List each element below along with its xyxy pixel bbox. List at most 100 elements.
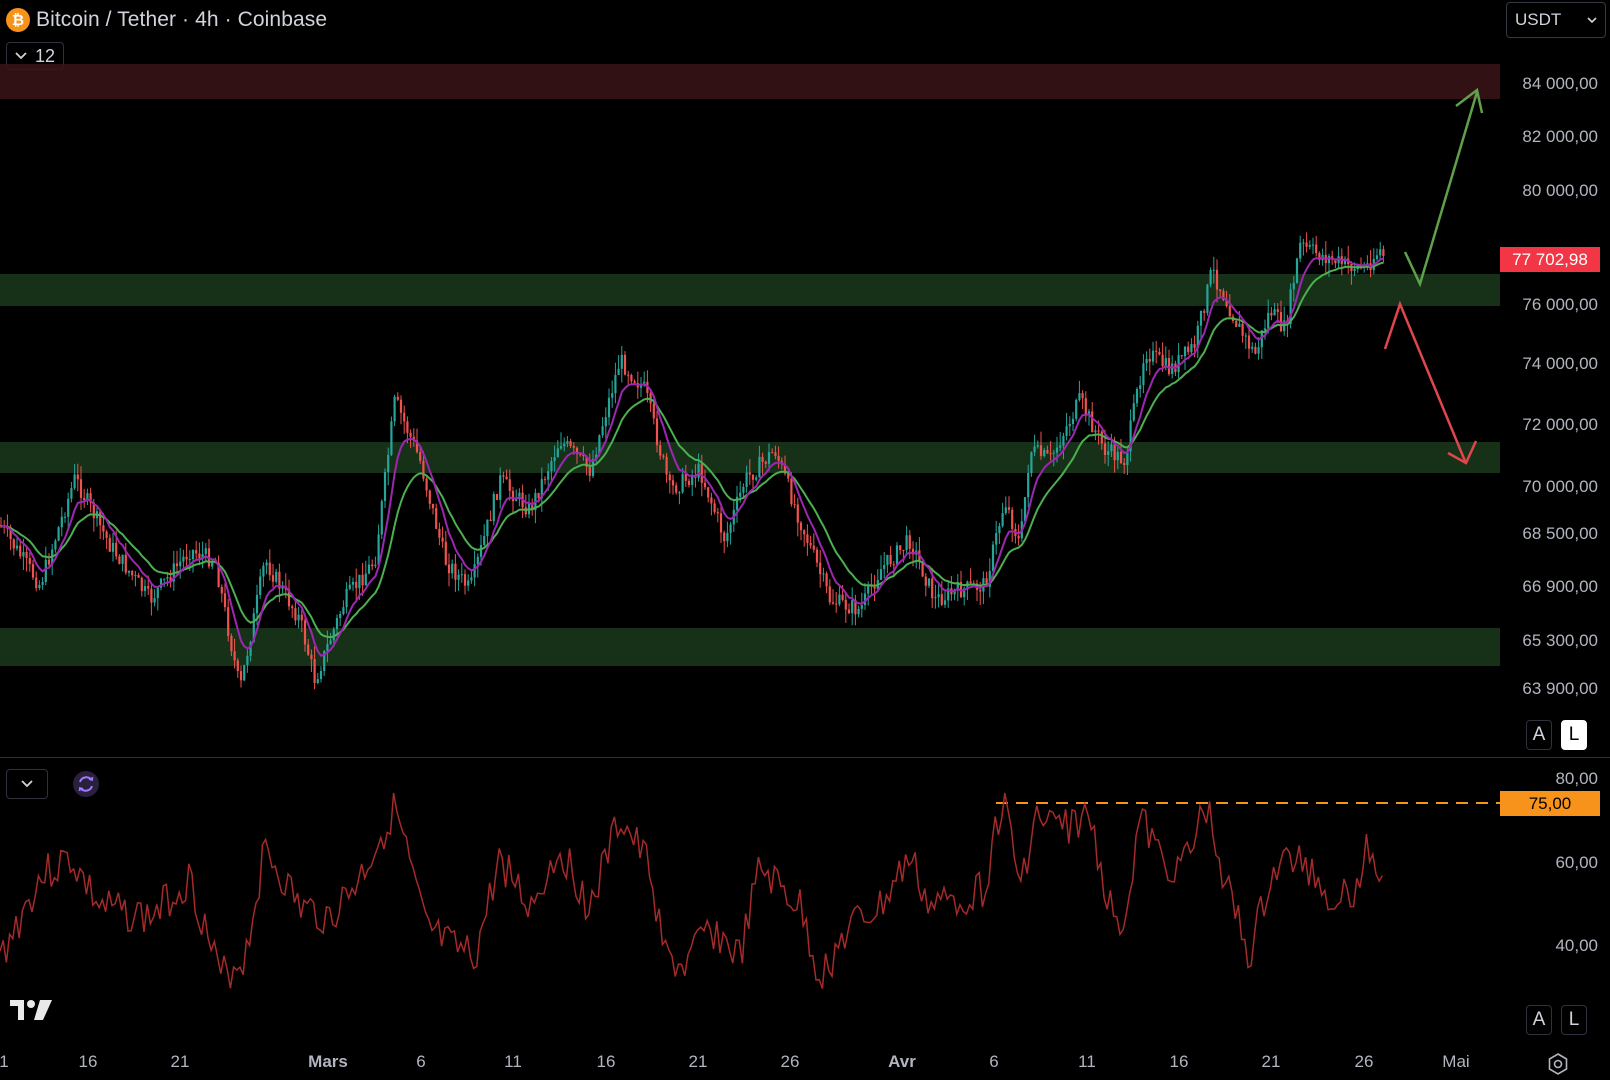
candle-body <box>841 594 844 600</box>
candle-body <box>1353 269 1356 272</box>
candle-body <box>723 532 726 542</box>
candle-body <box>371 564 374 567</box>
candle-body <box>175 563 179 567</box>
candle-body <box>931 578 934 599</box>
candle-body <box>652 403 655 419</box>
candle-body <box>774 452 777 456</box>
candle-body <box>873 586 876 589</box>
rsi-axis-label: 80,00 <box>1555 769 1598 788</box>
candle-body <box>303 620 307 645</box>
candle-body <box>374 564 377 567</box>
rsi-auto-scale-button[interactable]: A <box>1526 1005 1552 1035</box>
candle-body <box>243 665 246 681</box>
candle-body <box>1078 393 1081 400</box>
candle-body <box>889 554 892 565</box>
candle-body <box>1267 312 1270 329</box>
candle-body <box>307 644 310 655</box>
candle-body <box>223 593 227 608</box>
candle-body <box>271 575 275 582</box>
candle-body <box>995 533 998 545</box>
candle-body <box>1180 355 1183 357</box>
candle-body <box>908 535 911 549</box>
candle-body <box>662 455 665 457</box>
candle-body <box>1113 444 1116 461</box>
price-axis-label: 63 900,00 <box>1522 679 1598 698</box>
candle-body <box>291 606 294 609</box>
candle-body <box>153 598 156 603</box>
currency-select[interactable]: USDT <box>1506 2 1606 38</box>
time-axis-label: 1 <box>0 1052 9 1071</box>
candle-body <box>1193 344 1196 348</box>
candle-body <box>79 479 83 498</box>
candle-body <box>758 456 761 478</box>
candle-body <box>396 396 399 400</box>
candle-body <box>102 525 105 532</box>
candle-body <box>140 577 143 591</box>
settings-icon[interactable] <box>1546 1052 1570 1076</box>
candle-body <box>1305 242 1308 247</box>
candle-body <box>361 574 364 586</box>
candle-body <box>675 485 678 493</box>
candle-body <box>1187 346 1190 353</box>
candle-body <box>979 589 982 592</box>
candle-body <box>886 554 889 566</box>
candle-body <box>387 454 390 473</box>
rsi-level-tag: 75,00 <box>1500 791 1600 816</box>
candle-body <box>108 537 111 552</box>
candle-body <box>1244 335 1247 337</box>
candle-body <box>681 473 684 493</box>
candle-body <box>809 542 812 546</box>
rsi-chart[interactable] <box>0 758 1500 1038</box>
price-chart[interactable] <box>0 0 1500 757</box>
candle-body <box>1190 344 1193 353</box>
candle-body <box>348 584 351 589</box>
candle-body <box>297 614 300 621</box>
candle-body <box>892 564 895 566</box>
candle-body <box>185 556 188 560</box>
candle-body <box>351 581 355 585</box>
candle-body <box>1257 347 1260 354</box>
candle-body <box>1097 430 1100 432</box>
candle-body <box>476 556 479 565</box>
auto-scale-button[interactable]: A <box>1526 720 1552 750</box>
candle-body <box>198 553 201 559</box>
log-scale-button[interactable]: L <box>1561 720 1587 750</box>
candle-body <box>691 475 694 485</box>
price-axis-label: 76 000,00 <box>1522 295 1598 314</box>
candle-body <box>777 455 780 461</box>
rsi-log-scale-button[interactable]: L <box>1561 1005 1587 1035</box>
candle-body <box>1235 321 1238 327</box>
candle-body <box>796 504 799 523</box>
candle-body <box>991 544 995 571</box>
candle-body <box>233 651 236 661</box>
candle-body <box>1270 312 1273 316</box>
candle-body <box>550 461 553 472</box>
candle-body <box>495 494 499 500</box>
candle-body <box>63 516 67 518</box>
price-axis-label: 74 000,00 <box>1522 354 1598 373</box>
candle-body <box>940 594 943 605</box>
price-axis-label: 80 000,00 <box>1522 181 1598 200</box>
candle-body <box>1379 249 1382 256</box>
candle-body <box>1254 346 1257 354</box>
candle-body <box>483 536 486 545</box>
candle-body <box>1091 411 1094 433</box>
candle-body <box>844 599 847 610</box>
candle-body <box>300 614 303 621</box>
candle-body <box>166 577 169 579</box>
candle-body <box>399 399 403 413</box>
candle-body <box>1001 513 1004 527</box>
chevron-down-icon <box>1587 16 1597 23</box>
candle-body <box>441 537 444 542</box>
tradingview-logo[interactable] <box>10 998 56 1022</box>
candle-body <box>227 607 230 636</box>
candle-body <box>569 441 572 446</box>
candle-body <box>700 463 703 483</box>
price-axis-label: 82 000,00 <box>1522 127 1598 146</box>
candle-body <box>502 475 505 477</box>
candle-body <box>1228 306 1231 317</box>
candle-body <box>1119 451 1123 463</box>
candle-body <box>1055 447 1059 453</box>
candle-body <box>1212 269 1215 271</box>
candle-body <box>1209 269 1212 285</box>
